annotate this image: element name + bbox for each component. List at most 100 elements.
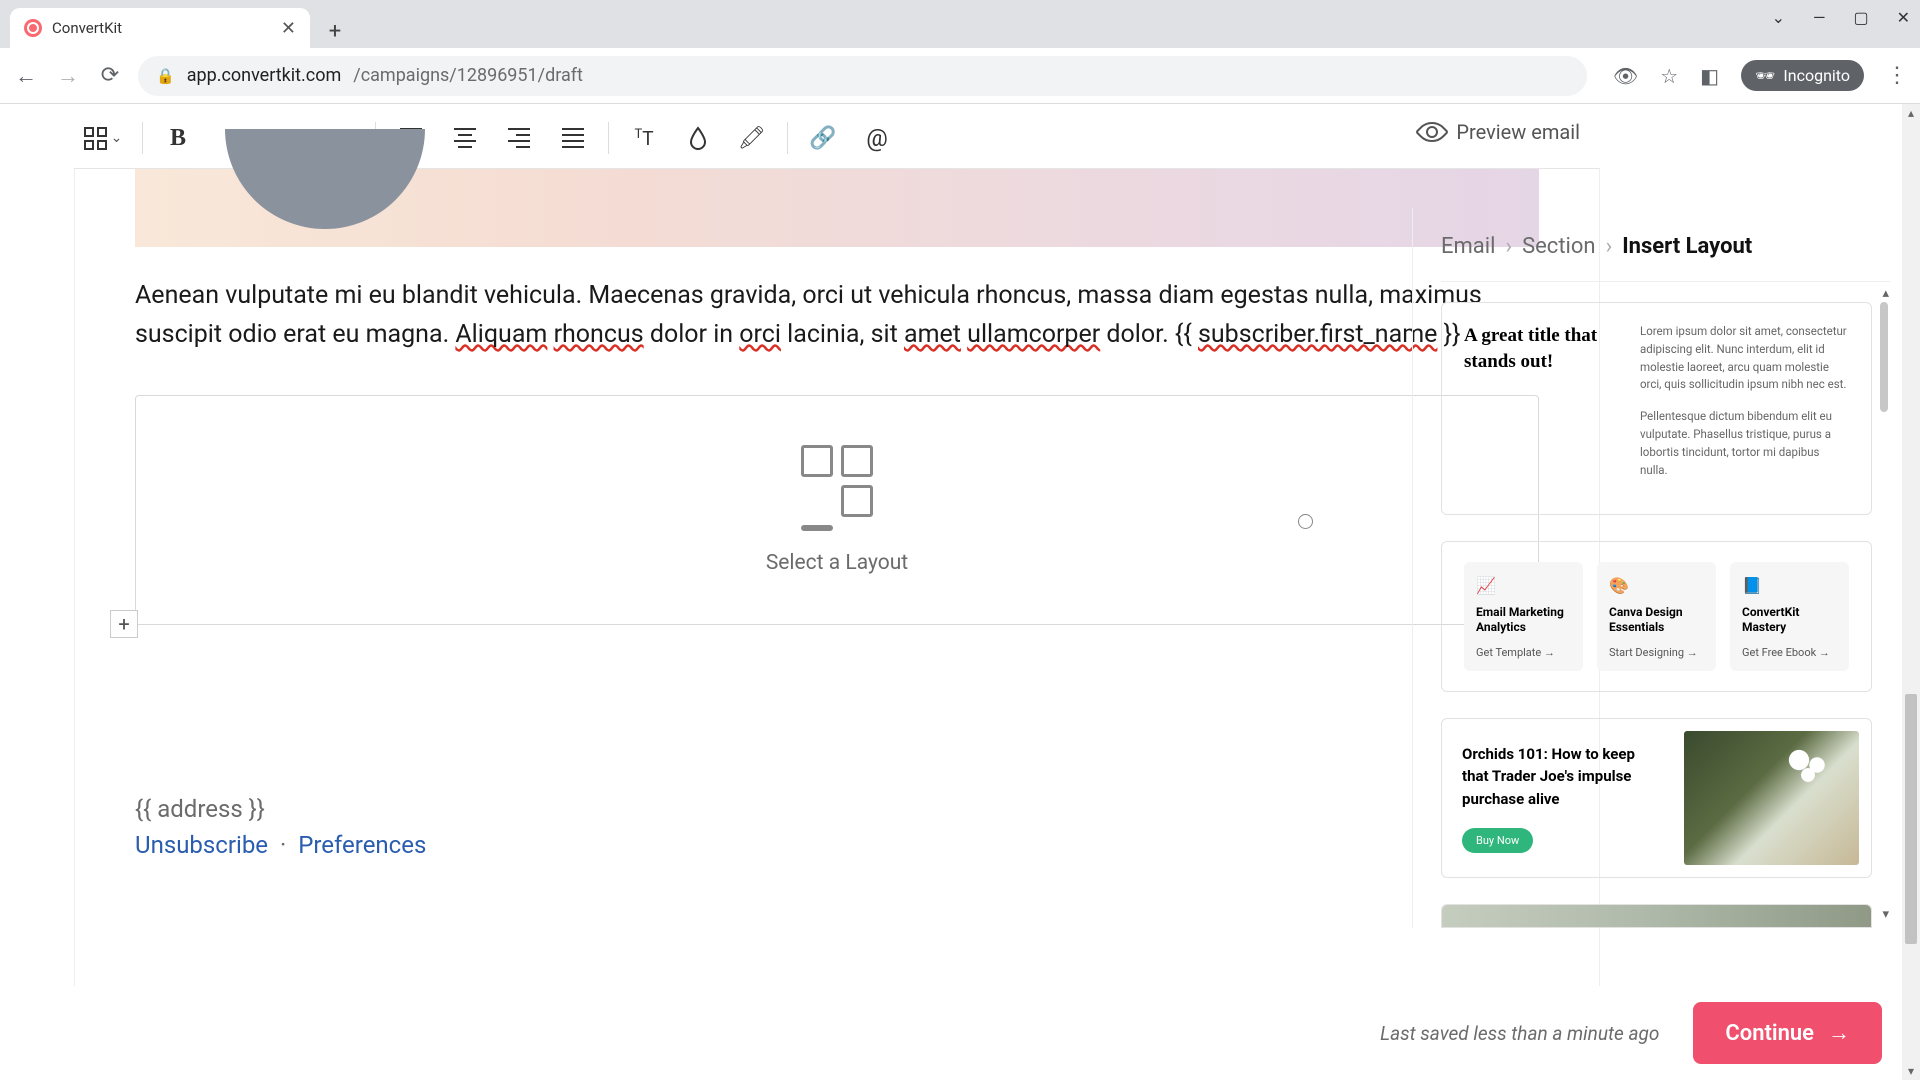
address-bar-right: 👁 ☆ ◧ 🕶 Incognito ⋮	[1613, 60, 1908, 91]
scrollbar-thumb[interactable]	[1905, 694, 1917, 944]
close-window-icon[interactable]: ✕	[1897, 8, 1910, 27]
spellcheck-word: ullamcorper	[967, 320, 1100, 349]
separator	[608, 122, 609, 154]
mention-button[interactable]: @	[852, 116, 902, 160]
tab-bar: ConvertKit ✕ + ⌄ — ▢ ✕	[0, 0, 1920, 48]
scroll-up-icon[interactable]: ▴	[1902, 106, 1920, 120]
forward-button[interactable]: →	[54, 62, 82, 90]
layout-icon	[801, 445, 873, 531]
window-controls: ⌄ — ▢ ✕	[1772, 8, 1910, 27]
preview-label: Preview email	[1456, 120, 1580, 144]
layout-menu-button[interactable]: ⌄	[74, 116, 132, 160]
url-host: app.convertkit.com	[187, 65, 342, 86]
arrow-right-icon: →	[1828, 1020, 1850, 1046]
text-size-button[interactable]: T	[619, 116, 669, 160]
layout-preview-cta: Buy Now	[1462, 828, 1533, 853]
hero-image[interactable]	[135, 169, 1539, 247]
preview-email-button[interactable]: Preview email	[1420, 120, 1580, 144]
link-button[interactable]: 🔗	[798, 116, 848, 160]
align-right-button[interactable]	[494, 116, 544, 160]
mini-card: 📘 ConvertKit Mastery Get Free Ebook →	[1730, 562, 1849, 671]
chevron-down-icon: ⌄	[111, 130, 123, 146]
layout-preview-image	[1442, 905, 1871, 927]
incognito-badge[interactable]: 🕶 Incognito	[1741, 60, 1864, 91]
crumb-current: Insert Layout	[1622, 234, 1752, 259]
eye-off-icon[interactable]: 👁	[1613, 64, 1638, 88]
crumb-email[interactable]: Email	[1441, 234, 1495, 259]
close-tab-icon[interactable]: ✕	[281, 18, 296, 39]
new-tab-button[interactable]: +	[318, 14, 352, 48]
separator-dot: ·	[280, 831, 286, 859]
layout-placeholder[interactable]: Select a Layout +	[135, 395, 1539, 625]
layout-preview-image	[1684, 731, 1859, 866]
maximize-icon[interactable]: ▢	[1853, 8, 1868, 27]
scroll-down-icon[interactable]: ▾	[1882, 907, 1889, 922]
layout-options-list: ▴ A great title that stands out! Lorem i…	[1441, 281, 1890, 928]
browser-menu-icon[interactable]: ⋮	[1886, 63, 1908, 88]
incognito-label: Incognito	[1783, 66, 1850, 85]
highlight-button[interactable]: 🖍	[727, 116, 777, 160]
spellcheck-word: amet	[904, 320, 961, 349]
crumb-section[interactable]: Section	[1522, 234, 1596, 259]
unsubscribe-link[interactable]: Unsubscribe	[135, 831, 268, 859]
browser-chrome: ConvertKit ✕ + ⌄ — ▢ ✕ ← → ⟳ 🔒 app.conve…	[0, 0, 1920, 104]
book-icon: 📘	[1742, 576, 1837, 595]
continue-label: Continue	[1725, 1021, 1814, 1046]
scroll-up-icon[interactable]: ▴	[1882, 286, 1889, 301]
layout-preview-title: A great title that stands out!	[1464, 323, 1614, 494]
bottom-bar: Last saved less than a minute ago Contin…	[0, 986, 1920, 1080]
text-color-button[interactable]	[673, 116, 723, 160]
continue-button[interactable]: Continue →	[1693, 1002, 1882, 1064]
footer-links: Unsubscribe · Preferences	[135, 831, 1539, 859]
address-merge-tag[interactable]: {{ address }}	[135, 795, 1539, 823]
chevron-right-icon: ›	[1505, 234, 1512, 259]
incognito-icon: 🕶	[1755, 66, 1775, 85]
chevron-right-icon: ›	[1606, 234, 1613, 259]
layout-placeholder-label: Select a Layout	[766, 551, 908, 575]
eye-icon	[1415, 115, 1449, 149]
bookmark-icon[interactable]: ☆	[1660, 64, 1678, 88]
editor-toolbar: ⌄ B I U S T 🖍 🔗 @	[74, 110, 902, 166]
preferences-link[interactable]: Preferences	[298, 831, 426, 859]
page-scrollbar[interactable]: ▴ ▾	[1902, 104, 1920, 1080]
layout-option-text-image[interactable]: Orchids 101: How to keep that Trader Joe…	[1441, 718, 1872, 879]
spellcheck-word: rhoncus	[554, 320, 644, 349]
separator	[787, 122, 788, 154]
breadcrumb: Email › Section › Insert Layout	[1441, 234, 1890, 259]
scroll-down-icon[interactable]: ▾	[1902, 1064, 1920, 1078]
layout-option-title-text[interactable]: A great title that stands out! Lorem ips…	[1441, 302, 1872, 515]
layout-option-partial[interactable]	[1441, 904, 1872, 928]
align-justify-button[interactable]	[548, 116, 598, 160]
url-path: /campaigns/12896951/draft	[353, 65, 583, 86]
browser-tab[interactable]: ConvertKit ✕	[10, 8, 310, 48]
separator	[142, 122, 143, 154]
url-field[interactable]: 🔒 app.convertkit.com/campaigns/12896951/…	[138, 56, 1587, 96]
spellcheck-word: orci	[739, 320, 781, 349]
grid-icon	[84, 127, 107, 150]
layout-preview-body: Lorem ipsum dolor sit amet, consectetur …	[1640, 323, 1849, 494]
tab-search-icon[interactable]: ⌄	[1772, 8, 1785, 27]
layout-option-three-cards[interactable]: 📈 Email Marketing Analytics Get Template…	[1441, 541, 1872, 692]
cursor-indicator	[1298, 514, 1313, 529]
reload-button[interactable]: ⟳	[96, 62, 124, 90]
palette-icon: 🎨	[1609, 576, 1704, 595]
scrollbar-thumb[interactable]	[1880, 302, 1888, 412]
mini-card: 🎨 Canva Design Essentials Start Designin…	[1597, 562, 1716, 671]
lock-icon: 🔒	[156, 67, 175, 85]
panel-icon[interactable]: ◧	[1700, 64, 1719, 88]
convertkit-favicon	[24, 19, 42, 37]
tab-title: ConvertKit	[52, 19, 271, 37]
app: ⌄ B I U S T 🖍 🔗 @ Preview email	[0, 104, 1920, 1080]
layout-preview-text: Orchids 101: How to keep that Trader Joe…	[1454, 731, 1662, 866]
minimize-icon[interactable]: —	[1813, 8, 1826, 27]
mini-card: 📈 Email Marketing Analytics Get Template…	[1464, 562, 1583, 671]
add-block-button[interactable]: +	[110, 610, 138, 638]
bold-button[interactable]: B	[153, 116, 203, 160]
right-sidebar: Email › Section › Insert Layout ▴ A grea…	[1412, 208, 1902, 986]
chart-icon: 📈	[1476, 576, 1571, 595]
email-canvas: Aenean vulputate mi eu blandit vehicula.…	[74, 168, 1600, 1080]
back-button[interactable]: ←	[12, 62, 40, 90]
last-saved-label: Last saved less than a minute ago	[1380, 1022, 1659, 1045]
body-paragraph[interactable]: Aenean vulputate mi eu blandit vehicula.…	[135, 277, 1539, 355]
align-center-button[interactable]	[440, 116, 490, 160]
